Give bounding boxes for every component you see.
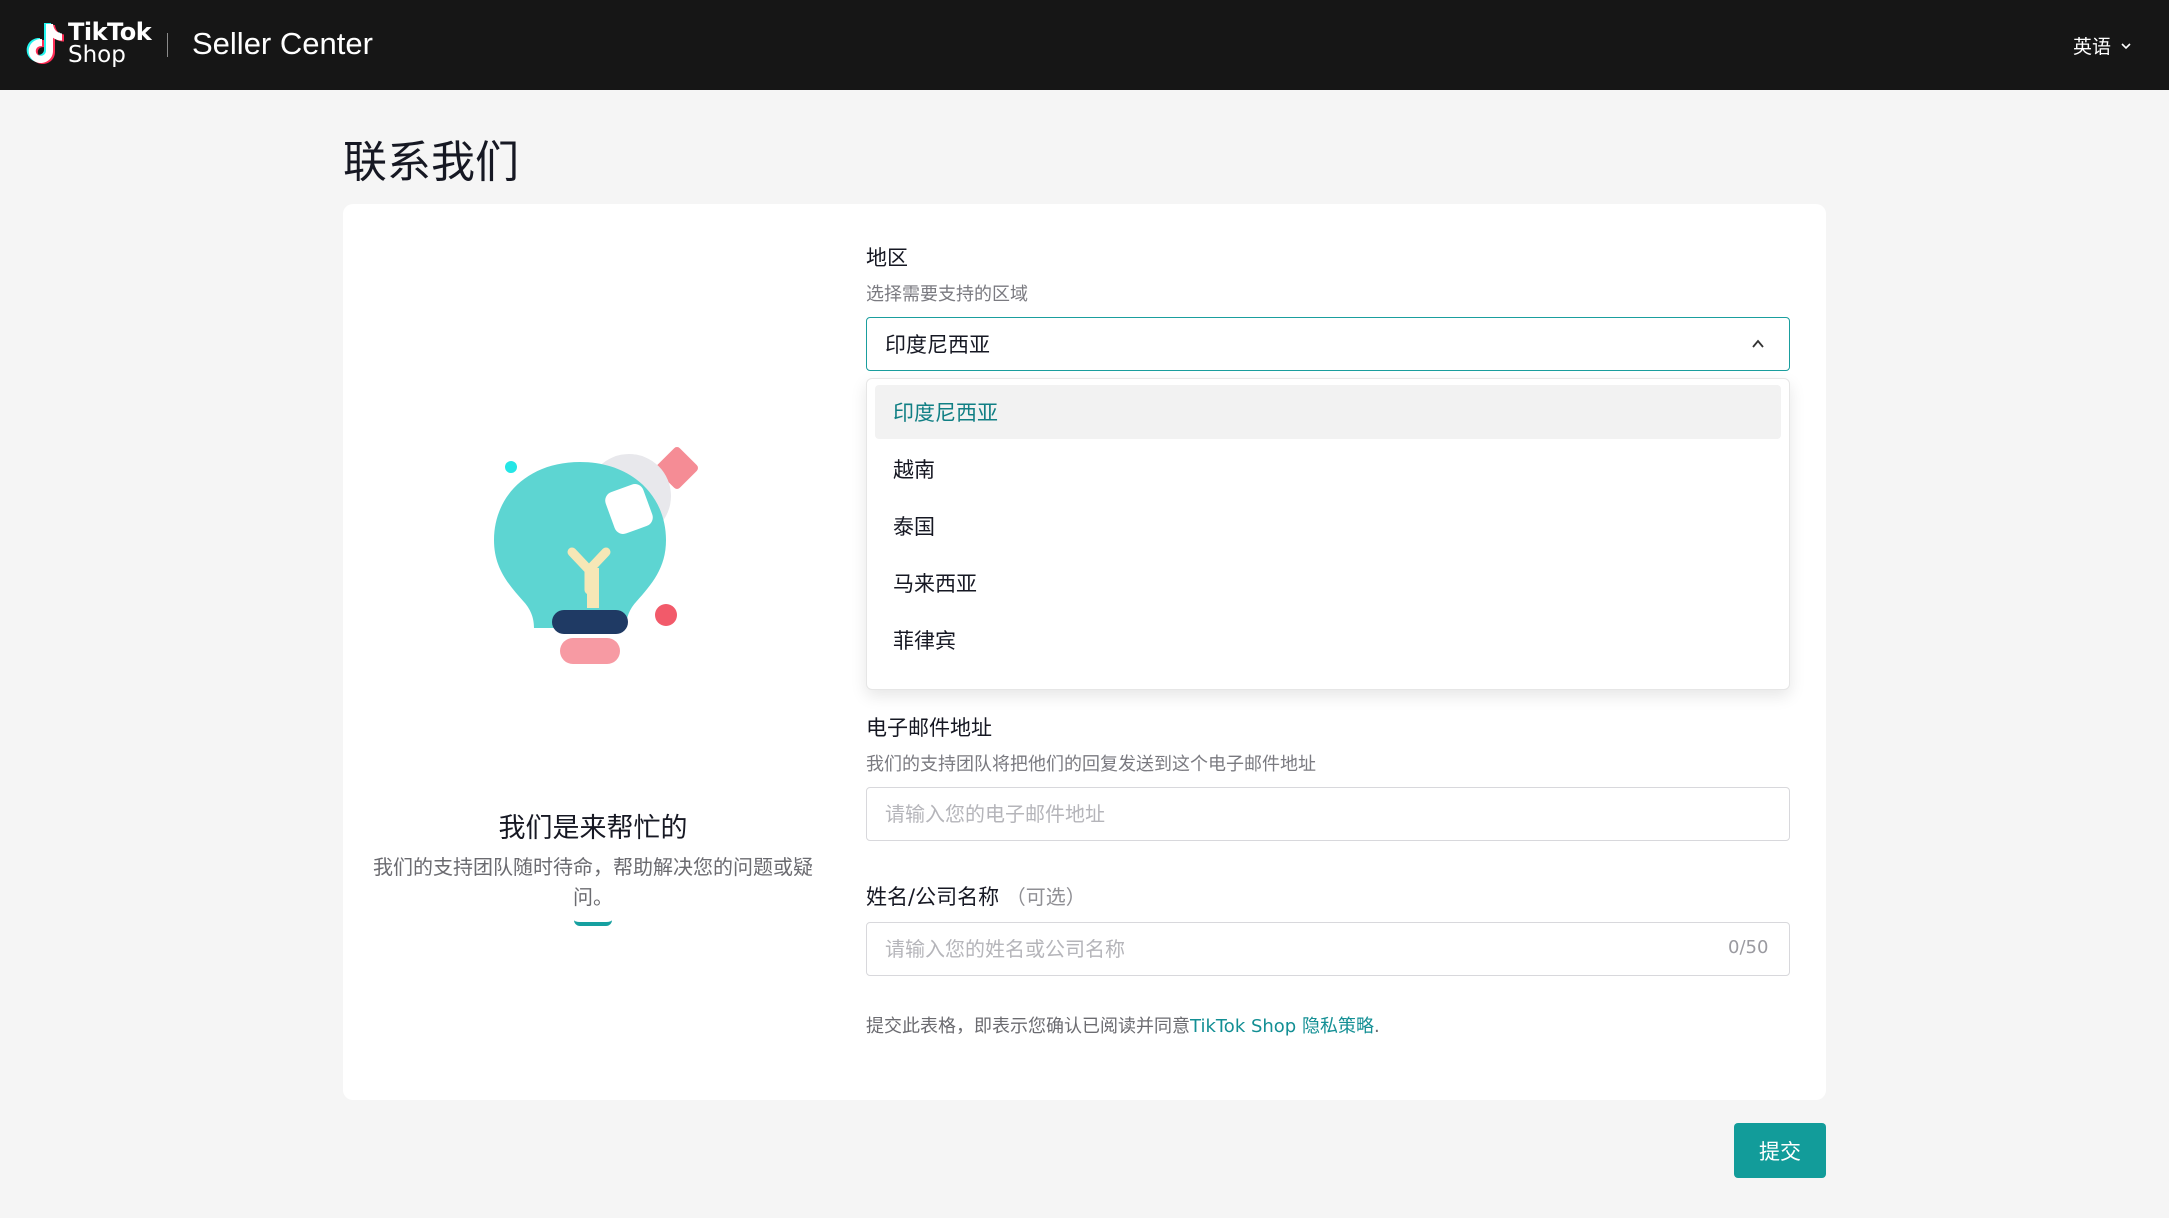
help-description: 我们的支持团队随时待命，帮助解决您的问题或疑问。 [373, 855, 813, 909]
email-hint: 我们的支持团队将把他们的回复发送到这个电子邮件地址 [866, 754, 1316, 775]
region-option-vietnam[interactable]: 越南 [875, 442, 1781, 496]
top-header: TikTok Shop Seller Center 英语 [0, 0, 2169, 90]
privacy-policy-link[interactable]: TikTok Shop 隐私策略 [1190, 1016, 1374, 1037]
decorative-underline [574, 920, 612, 926]
region-select[interactable]: 印度尼西亚 [866, 317, 1790, 371]
name-label: 姓名/公司名称 （可选） [866, 881, 1086, 911]
help-heading: 我们是来帮忙的 [498, 813, 688, 844]
region-option-malaysia[interactable]: 马来西亚 [875, 556, 1781, 610]
region-option-philippines[interactable]: 菲律宾 [875, 613, 1781, 667]
region-label: 地区 [866, 246, 908, 270]
email-label: 电子邮件地址 [866, 716, 992, 740]
region-dropdown: 印度尼西亚 越南 泰国 马来西亚 菲律宾 [866, 378, 1790, 690]
header-divider [167, 33, 168, 57]
optional-tag: （可选） [1005, 885, 1086, 909]
region-hint: 选择需要支持的区域 [866, 284, 1028, 305]
character-counter: 0/50 [1728, 937, 1769, 958]
consent-prefix: 提交此表格，即表示您确认已阅读并同意 [866, 1016, 1190, 1037]
app-title: Seller Center [192, 26, 373, 61]
brand-line1: TikTok [68, 18, 152, 46]
consent-text: 提交此表格，即表示您确认已阅读并同意TikTok Shop 隐私策略. [866, 1012, 1380, 1038]
brand-wordmark[interactable]: TikTok Shop [68, 18, 152, 68]
region-option-indonesia[interactable]: 印度尼西亚 [875, 385, 1781, 439]
tiktok-logo-icon[interactable] [22, 20, 72, 70]
lightbulb-illustration-icon [494, 447, 698, 664]
region-selected-value: 印度尼西亚 [885, 333, 990, 357]
submit-button[interactable]: 提交 [1734, 1123, 1826, 1178]
page-title: 联系我们 [343, 137, 519, 188]
language-label: 英语 [2072, 36, 2111, 58]
name-label-text: 姓名/公司名称 [866, 885, 1000, 909]
chevron-up-icon [1752, 339, 1764, 348]
email-field[interactable] [866, 787, 1790, 841]
language-selector[interactable]: 英语 [2073, 32, 2133, 59]
brand-line2: Shop [68, 42, 126, 68]
chevron-down-icon [2121, 42, 2131, 49]
consent-suffix: . [1373, 1016, 1380, 1037]
name-field[interactable] [866, 922, 1790, 976]
region-option-thailand[interactable]: 泰国 [875, 499, 1781, 553]
